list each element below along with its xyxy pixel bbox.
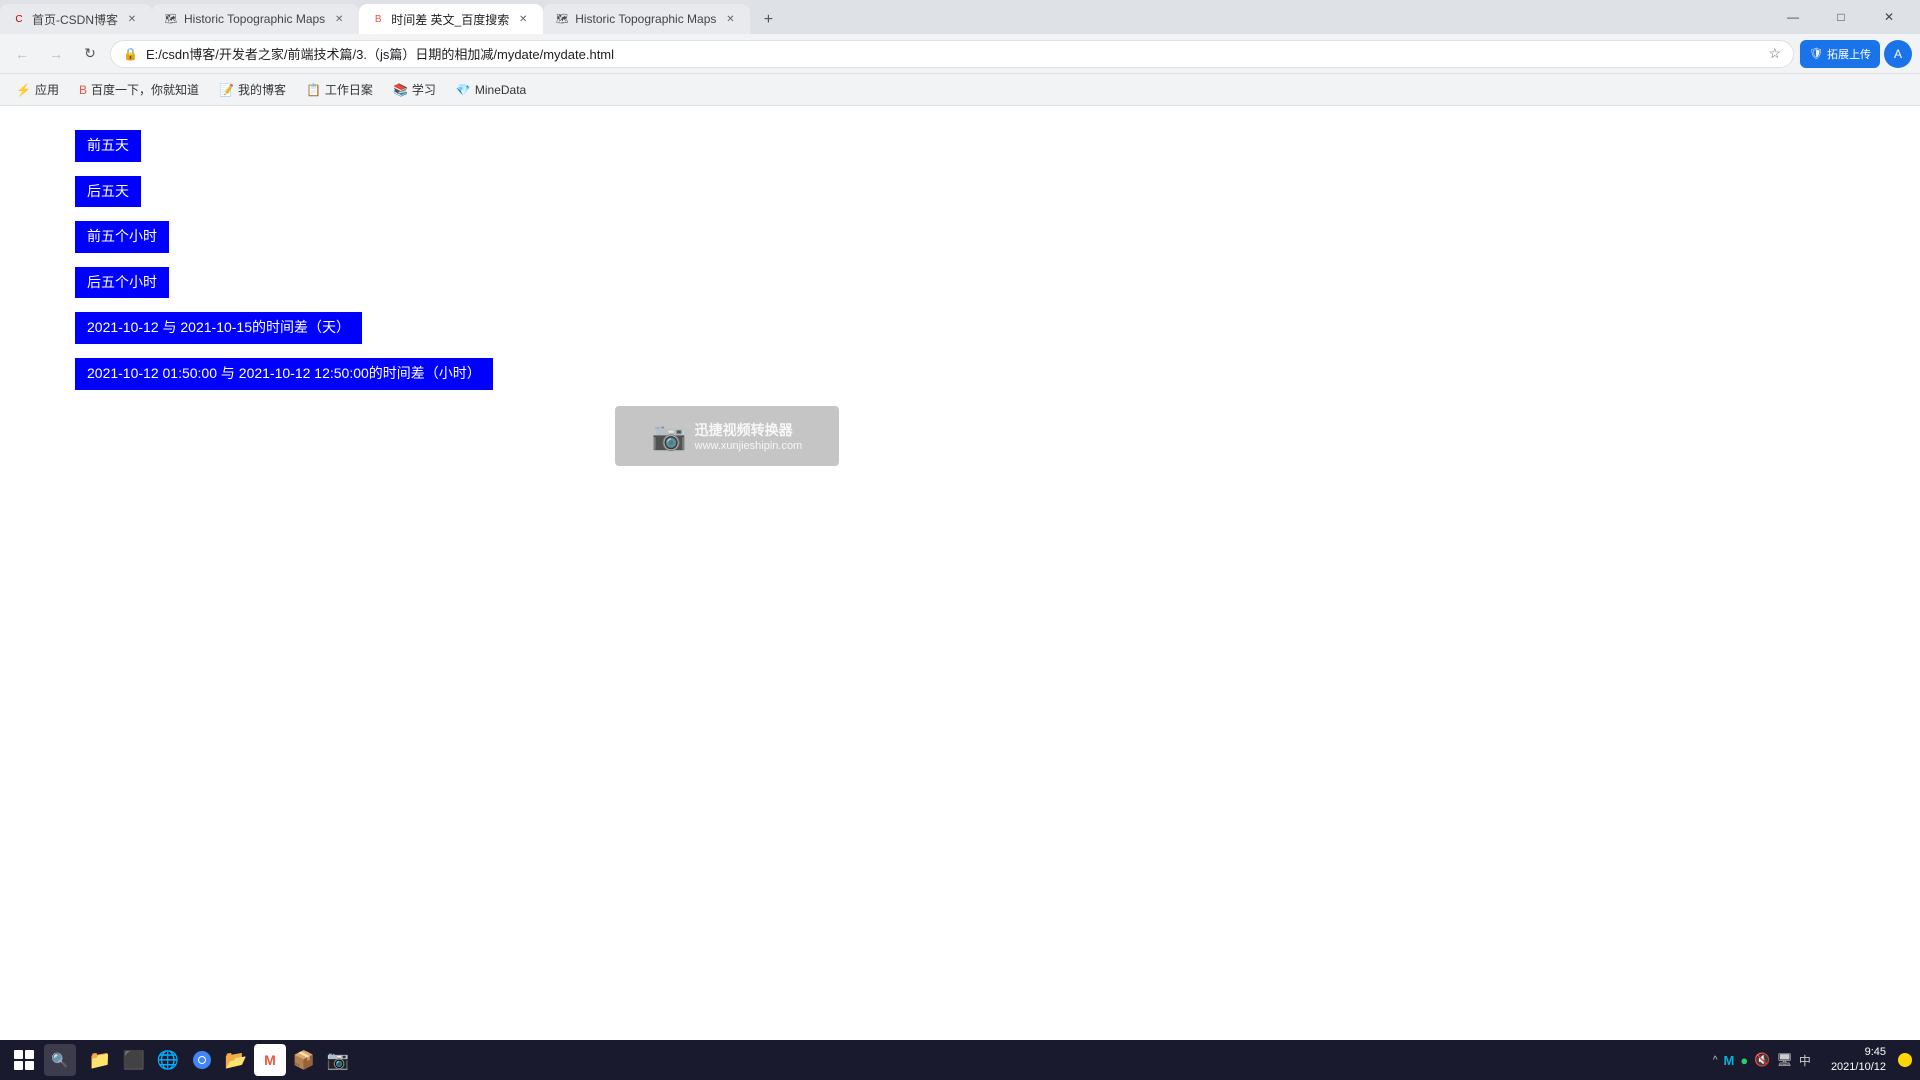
taskbar-network-icon[interactable]: 🖥 [1776,1052,1793,1068]
shield-icon: 🛡 [1809,47,1823,60]
start-button[interactable] [8,1044,40,1076]
bookmark-myblog[interactable]: 📝 我的博客 [211,77,294,102]
taskbar-mail[interactable]: M [254,1044,286,1076]
bookmark-apps-label: 应用 [35,81,59,98]
window-controls: — □ ✕ [1762,0,1920,34]
watermark-camera-icon: 📷 [652,420,687,453]
taskbar-file-explorer[interactable]: 📁 [84,1044,116,1076]
watermark-text-block: 迅捷视频转换器 www.xunjieshipin.com [695,420,803,452]
taskbar-right: ^ M ● 🔇 🖥 中 9:45 2021/10/12 [1705,1045,1912,1076]
reload-button[interactable]: ↻ [76,40,104,68]
taskbar-terminal[interactable]: ⬛ [118,1044,150,1076]
forward-button[interactable]: → [42,40,70,68]
btn-five-days-before[interactable]: 前五天 [75,130,141,162]
start-icon [14,1050,34,1070]
address-url: E:/csdn博客/开发者之家/前端技术篇/3.（js篇）日期的相加减/myda… [146,44,1760,63]
taskbar-clock[interactable]: 9:45 2021/10/12 [1823,1045,1894,1076]
maximize-button[interactable]: □ [1818,0,1864,34]
taskbar-time: 9:45 [1831,1045,1886,1060]
baidu-icon: B [79,83,87,97]
tab-close-csdn[interactable]: ✕ [124,11,140,27]
minimize-button[interactable]: — [1770,0,1816,34]
tab-favicon-csdn: C [12,12,26,26]
lock-icon: 🔒 [123,47,138,61]
back-button[interactable]: ← [8,40,36,68]
extension-label: 拓展上传 [1827,46,1871,62]
taskbar-ie[interactable]: 🌐 [152,1044,184,1076]
tab-close-htmap1[interactable]: ✕ [331,11,347,27]
worklog-icon: 📋 [306,83,321,97]
profile-button[interactable]: A [1884,40,1912,68]
btn-diff-hours[interactable]: 2021-10-12 01:50:00 与 2021-10-12 12:50:0… [75,358,493,390]
watermark-overlay: 📷 迅捷视频转换器 www.xunjieshipin.com [615,406,839,466]
btn-five-hours-before[interactable]: 前五个小时 [75,221,169,253]
study-icon: 📚 [393,83,408,97]
address-bar-row: ← → ↻ 🔒 E:/csdn博客/开发者之家/前端技术篇/3.（js篇）日期的… [0,34,1920,74]
tab-favicon-htmap1: 🗺 [164,12,178,26]
bookmark-baidu-label: 百度一下，你就知道 [91,81,199,98]
tab-favicon-htmap2: 🗺 [555,12,569,26]
bookmark-worklog[interactable]: 📋 工作日案 [298,77,381,102]
tab-htmap1[interactable]: 🗺 Historic Topographic Maps ✕ [152,4,359,34]
tab-strip: C 首页-CSDN博客 ✕ 🗺 Historic Topographic Map… [0,0,1762,34]
tab-csdn[interactable]: C 首页-CSDN博客 ✕ [0,4,152,34]
new-tab-button[interactable]: + [754,6,782,34]
browser-frame: C 首页-CSDN博客 ✕ 🗺 Historic Topographic Map… [0,0,1920,1080]
taskbar-pinned-apps: 📁 ⬛ 🌐 📂 M 📦 📷 [84,1044,354,1076]
taskbar-search-button[interactable]: 🔍 [44,1044,76,1076]
bookmark-baidu[interactable]: B 百度一下，你就知道 [71,77,207,102]
taskbar-app8[interactable]: 📷 [322,1044,354,1076]
taskbar-dot-icon: ● [1740,1053,1748,1068]
taskbar-chrome[interactable] [186,1044,218,1076]
taskbar-folder[interactable]: 📂 [220,1044,252,1076]
tab-title-baidu: 时间差 英文_百度搜索 [391,11,509,28]
taskbar-date: 2021/10/12 [1831,1060,1886,1075]
watermark-url: www.xunjieshipin.com [695,440,803,452]
taskbar: 🔍 📁 ⬛ 🌐 📂 M 📦 📷 ^ M ● [0,1040,1920,1080]
btn-five-hours-after[interactable]: 后五个小时 [75,267,169,299]
address-bar[interactable]: 🔒 E:/csdn博客/开发者之家/前端技术篇/3.（js篇）日期的相加减/my… [110,40,1794,68]
title-bar: C 首页-CSDN博客 ✕ 🗺 Historic Topographic Map… [0,0,1920,34]
bookmark-study-label: 学习 [412,81,436,98]
taskbar-chevron-icon[interactable]: ^ [1713,1055,1718,1066]
extension-area: 🛡 拓展上传 A [1800,40,1912,68]
btn-five-days-after[interactable]: 后五天 [75,176,141,208]
tab-title-htmap1: Historic Topographic Maps [184,12,325,26]
bookmark-worklog-label: 工作日案 [325,81,373,98]
minedata-icon: 💎 [456,83,471,97]
taskbar-meeting-icon[interactable]: M [1724,1053,1735,1068]
btn-diff-days[interactable]: 2021-10-12 与 2021-10-15的时间差（天） [75,312,362,344]
taskbar-volume-icon[interactable]: 🔇 [1754,1052,1770,1068]
bookmarks-bar: ⚡ 应用 B 百度一下，你就知道 📝 我的博客 📋 工作日案 📚 学习 💎 Mi… [0,74,1920,106]
myblog-icon: 📝 [219,83,234,97]
tab-title-htmap2: Historic Topographic Maps [575,12,716,26]
apps-icon: ⚡ [16,83,31,97]
tab-htmap2[interactable]: 🗺 Historic Topographic Maps ✕ [543,4,750,34]
watermark-title: 迅捷视频转换器 [695,420,803,440]
close-button[interactable]: ✕ [1866,0,1912,34]
bookmark-star-icon[interactable]: ☆ [1768,45,1781,62]
taskbar-app7[interactable]: 📦 [288,1044,320,1076]
tab-close-baidu[interactable]: ✕ [515,11,531,27]
taskbar-sys-icons: ^ M ● 🔇 🖥 中 [1705,1052,1819,1069]
bookmark-apps[interactable]: ⚡ 应用 [8,77,67,102]
bookmark-minedata-label: MineData [475,83,526,97]
bookmark-minedata[interactable]: 💎 MineData [448,79,534,101]
tab-baidu-search[interactable]: B 时间差 英文_百度搜索 ✕ [359,4,543,34]
taskbar-lang-icon[interactable]: 中 [1799,1052,1811,1069]
bookmark-myblog-label: 我的博客 [238,81,286,98]
taskbar-notification-badge[interactable] [1898,1053,1912,1067]
extension-shield-button[interactable]: 🛡 拓展上传 [1800,40,1880,68]
bookmark-study[interactable]: 📚 学习 [385,77,444,102]
tab-title-csdn: 首页-CSDN博客 [32,11,118,28]
tab-favicon-baidu: B [371,12,385,26]
tab-close-htmap2[interactable]: ✕ [722,11,738,27]
page-content: 前五天 后五天 前五个小时 后五个小时 2021-10-12 与 2021-10… [0,106,1920,1040]
